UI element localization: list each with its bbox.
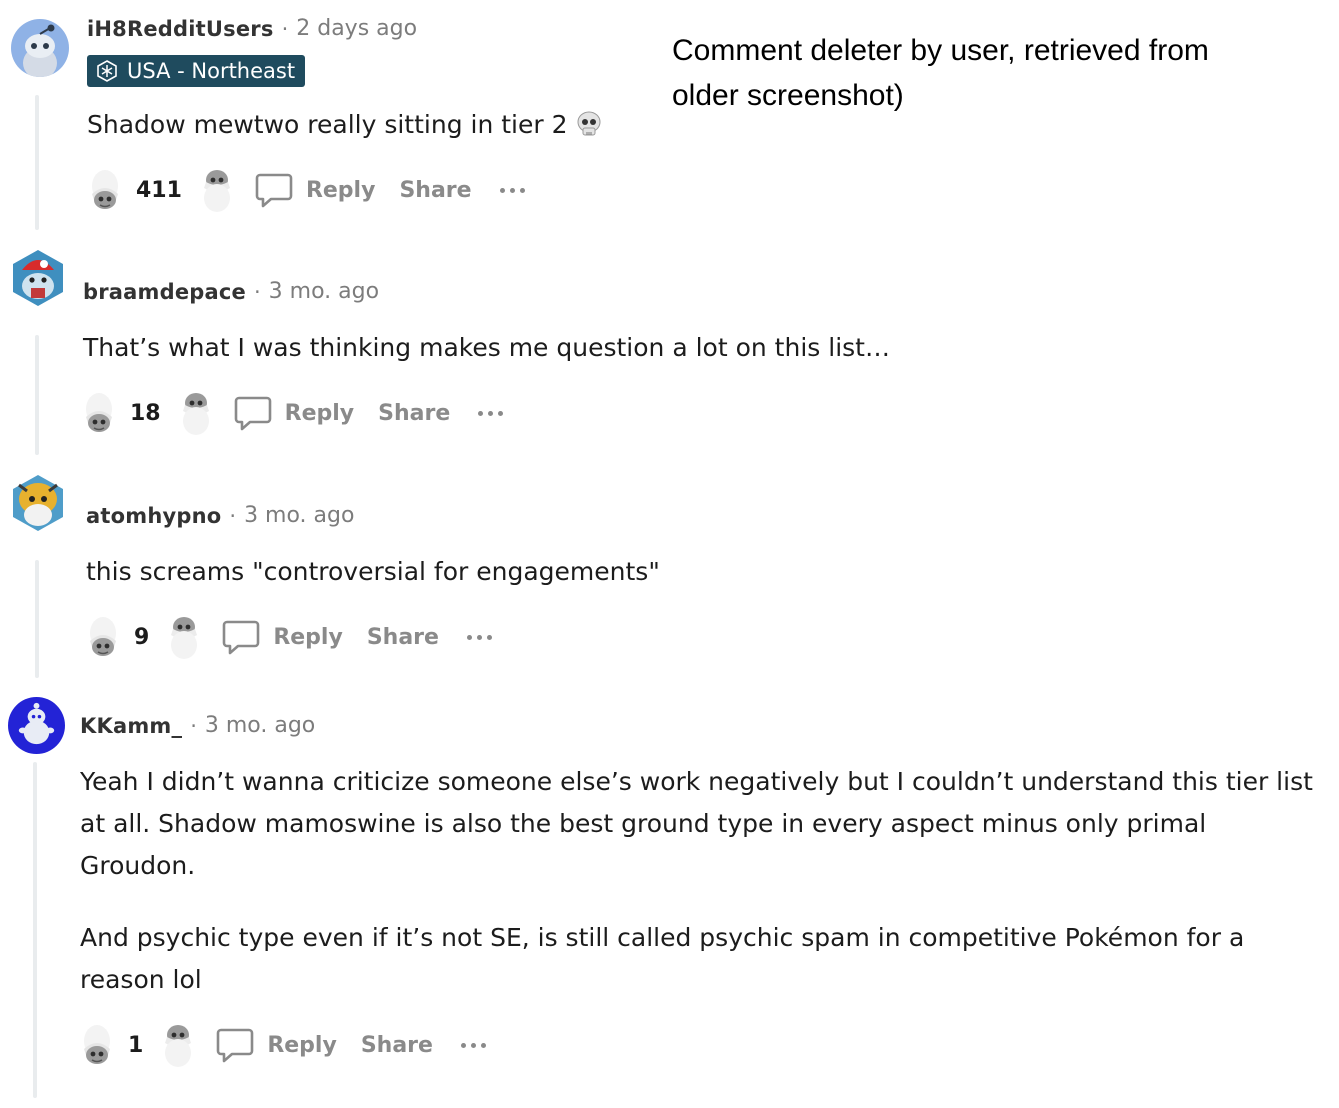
downvote-icon[interactable] (177, 389, 215, 437)
separator-dot: · (229, 503, 237, 528)
comment-paragraph: Yeah I didn’t wanna criticize someone el… (80, 767, 1313, 880)
separator-dot: · (190, 713, 197, 738)
share-button[interactable]: Share (399, 178, 471, 203)
reply-button[interactable]: Reply (285, 401, 355, 426)
upvote-icon[interactable] (80, 389, 118, 437)
avatar[interactable] (8, 697, 65, 754)
thread-line[interactable] (33, 762, 37, 1098)
reply-icon[interactable] (221, 617, 261, 657)
vote-count: 1 (128, 1032, 144, 1058)
separator-dot: · (253, 279, 261, 304)
username[interactable]: braamdepace (83, 280, 246, 304)
downvote-icon[interactable] (165, 613, 203, 661)
downvote-icon[interactable] (159, 1021, 197, 1069)
upvote-icon[interactable] (84, 613, 122, 661)
upvote-icon[interactable] (86, 166, 124, 214)
timestamp[interactable]: 3 mo. ago (205, 713, 315, 738)
share-button[interactable]: Share (378, 401, 450, 426)
comment-body: this screams "controversial for engageme… (86, 551, 986, 593)
avatar[interactable] (9, 248, 67, 306)
share-button[interactable]: Share (367, 625, 439, 650)
reply-icon[interactable] (233, 393, 273, 433)
thread-line[interactable] (35, 95, 39, 230)
upvote-icon[interactable] (78, 1021, 116, 1069)
avatar[interactable] (11, 19, 69, 77)
reply-icon[interactable] (215, 1025, 255, 1065)
username[interactable]: KKamm_ (80, 714, 182, 738)
vote-count: 9 (134, 624, 150, 650)
timestamp[interactable]: 3 mo. ago (269, 279, 379, 304)
username[interactable]: iH8RedditUsers (87, 17, 274, 41)
more-options-icon[interactable] (478, 410, 504, 416)
comment-body: Shadow mewtwo really sitting in tier 2 (87, 104, 707, 146)
reply-icon[interactable] (254, 170, 294, 210)
user-flair: USA - Northeast (87, 55, 306, 87)
comment-body: That’s what I was thinking makes me ques… (83, 327, 983, 369)
timestamp[interactable]: 2 days ago (296, 16, 417, 41)
flair-label: USA - Northeast (127, 59, 296, 83)
comment-body: Yeah I didn’t wanna criticize someone el… (80, 761, 1320, 1001)
comment-paragraph: That’s what I was thinking makes me ques… (83, 333, 890, 362)
reply-button[interactable]: Reply (273, 625, 343, 650)
more-options-icon[interactable] (499, 187, 525, 193)
more-options-icon[interactable] (466, 634, 492, 640)
comment-paragraph: this screams "controversial for engageme… (86, 557, 660, 586)
downvote-icon[interactable] (198, 166, 236, 214)
timestamp[interactable]: 3 mo. ago (244, 503, 354, 528)
vote-count: 18 (130, 400, 161, 426)
avatar[interactable] (9, 473, 67, 531)
thread-line[interactable] (35, 560, 39, 678)
separator-dot: · (281, 16, 289, 41)
comment-paragraph: And psychic type even if it’s not SE, is… (80, 923, 1245, 994)
reply-button[interactable]: Reply (306, 178, 376, 203)
more-options-icon[interactable] (460, 1042, 486, 1048)
snowflake-icon (95, 59, 119, 83)
reply-button[interactable]: Reply (267, 1033, 337, 1058)
skull-emoji-icon (574, 109, 604, 139)
share-button[interactable]: Share (361, 1033, 433, 1058)
annotation-note: Comment deleter by user, retrieved from … (672, 34, 1209, 112)
username[interactable]: atomhypno (86, 504, 221, 528)
thread-line[interactable] (35, 335, 39, 455)
comment-paragraph: Shadow mewtwo really sitting in tier 2 (87, 110, 568, 139)
vote-count: 411 (136, 177, 182, 203)
